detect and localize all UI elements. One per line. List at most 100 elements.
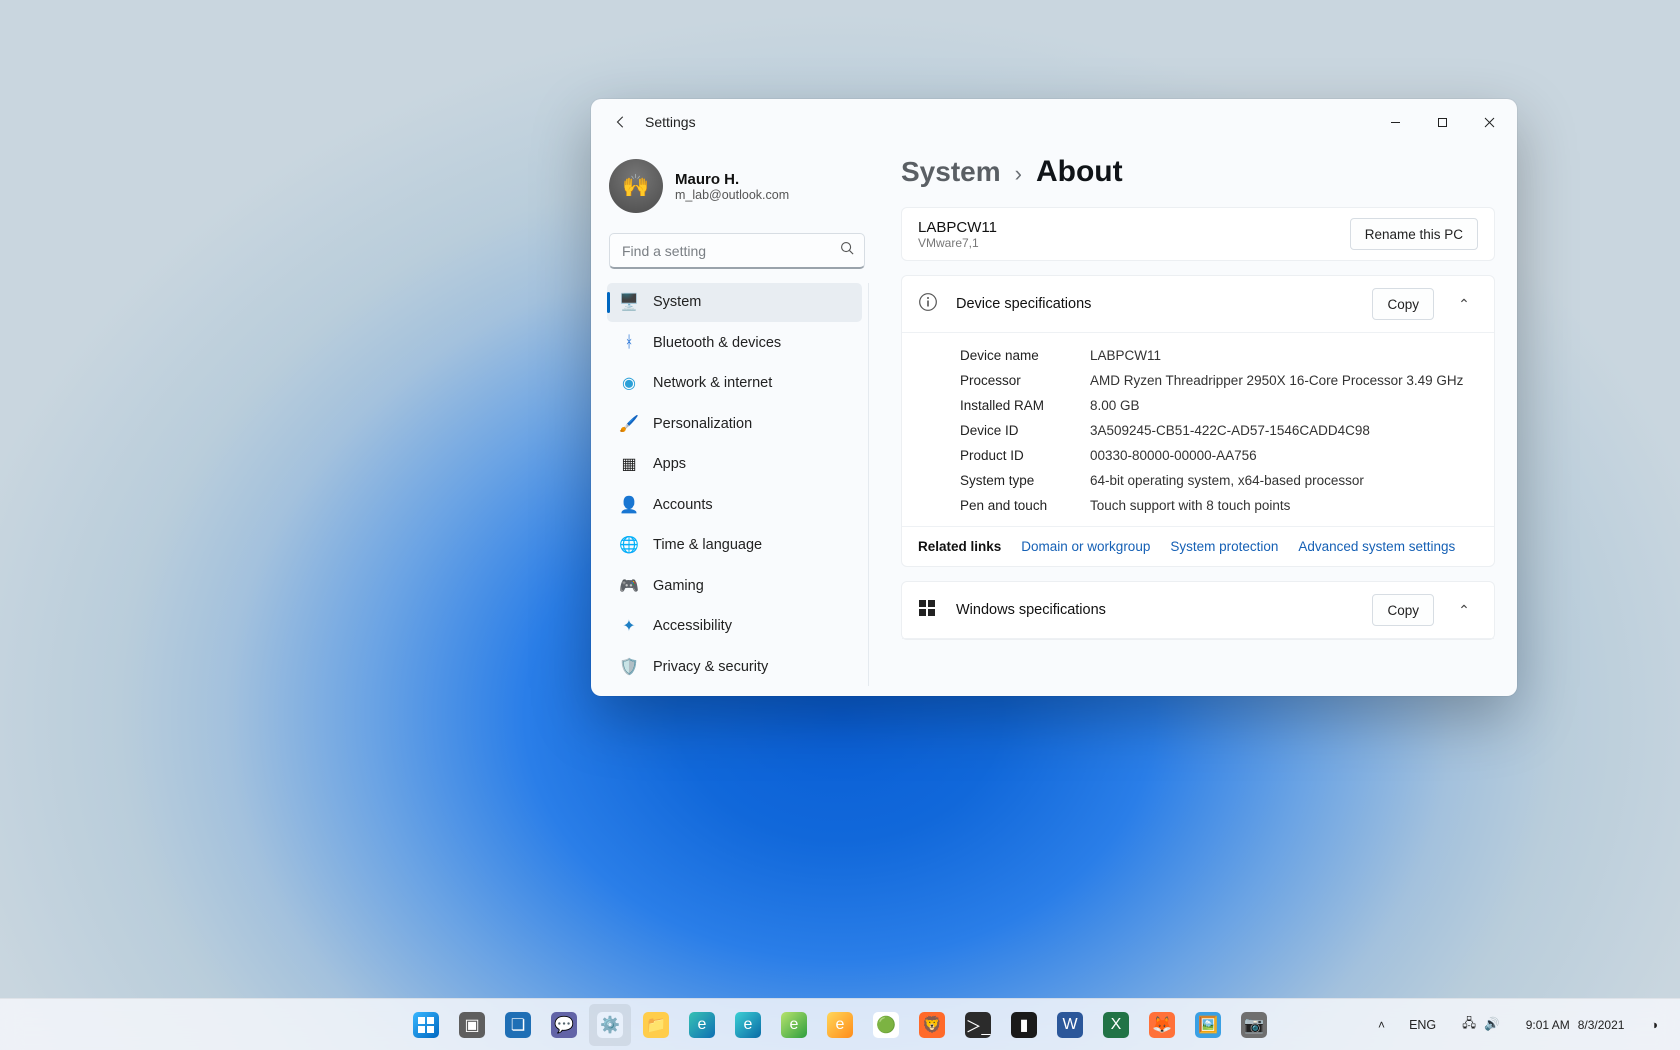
device-specs-body: Device nameLABPCW11 ProcessorAMD Ryzen T… [902,333,1494,526]
search-icon [840,241,855,261]
clock-time: 9:01 AM [1526,1018,1570,1032]
sidebar-item-accessibility[interactable]: ✦ Accessibility [607,607,862,646]
sidebar-item-label: Accounts [653,497,713,513]
tray-status[interactable]: 🖧 🔊 [1454,1010,1508,1039]
breadcrumb-root[interactable]: System [901,156,1001,188]
camera-icon[interactable]: 📷 [1233,1004,1275,1046]
start-button[interactable] [405,1004,447,1046]
notifications-button[interactable]: ◑ [1642,1014,1666,1036]
main-content: System › About LABPCW11 VMware7,1 Rename… [879,145,1517,696]
brush-icon: 🖌️ [619,414,639,434]
sidebar-item-network[interactable]: ◉ Network & internet [607,364,862,403]
accessibility-icon: ✦ [619,616,639,636]
spec-value: 8.00 GB [1090,398,1478,413]
pc-name-card: LABPCW11 VMware7,1 Rename this PC [901,207,1495,261]
sidebar-item-system[interactable]: 🖥️System [607,283,862,322]
person-icon: 👤 [619,495,639,515]
bluetooth-icon: ᚼ [619,333,639,353]
link-system-protection[interactable]: System protection [1170,539,1278,554]
settings-icon[interactable]: ⚙️ [589,1004,631,1046]
chevron-up-icon: ⌃ [1450,296,1478,313]
spec-value: 64-bit operating system, x64-based proce… [1090,473,1478,488]
windows-specs-card: Windows specifications Copy ⌃ [901,581,1495,640]
sidebar-item-bluetooth[interactable]: ᚼBluetooth & devices [607,324,862,363]
avatar: 🙌 [609,159,663,213]
sidebar-item-label: Personalization [653,416,752,432]
search-input[interactable] [609,233,865,269]
sidebar-item-label: Gaming [653,578,704,594]
minimize-button[interactable] [1372,103,1419,141]
tray-overflow-button[interactable]: ˄ [1372,1014,1391,1036]
spec-value: 3A509245-CB51-422C-AD57-1546CADD4C98 [1090,423,1478,438]
word-icon[interactable]: W [1049,1004,1091,1046]
rename-pc-button[interactable]: Rename this PC [1350,218,1478,250]
clock[interactable]: 9:01 AM 8/3/2021 [1518,1014,1633,1036]
copy-windows-specs-button[interactable]: Copy [1372,594,1434,626]
related-links-label: Related links [918,539,1001,554]
sidebar-item-apps[interactable]: ▦Apps [607,445,862,484]
page-title: About [1036,155,1123,189]
spec-key: Processor [960,373,1070,388]
taskbar-center: ▣ ❏ 💬 ⚙️ 📁 e e e e 🟢 🦁 ＞_ ▮ W X 🦊 🖼️ 📷 [405,1004,1275,1046]
sidebar-item-accounts[interactable]: 👤 Accounts [607,486,862,525]
chevron-right-icon: › [1015,161,1022,187]
explorer-icon[interactable]: 📁 [635,1004,677,1046]
device-specs-header[interactable]: Device specifications Copy ⌃ [902,276,1494,333]
firefox-icon[interactable]: 🦊 [1141,1004,1183,1046]
breadcrumb: System › About [901,155,1495,189]
wifi-icon: ◉ [619,373,639,393]
user-email: m_lab@outlook.com [675,188,789,202]
edge-icon[interactable]: e [681,1004,723,1046]
brave-icon[interactable]: 🦁 [911,1004,953,1046]
user-name: Mauro H. [675,171,789,188]
windows-specs-header[interactable]: Windows specifications Copy ⌃ [902,582,1494,639]
chevron-up-icon: ⌃ [1450,602,1478,619]
section-title: Device specifications [956,296,1356,312]
edge-beta-icon[interactable]: e [727,1004,769,1046]
window-title: Settings [645,114,696,130]
maximize-button[interactable] [1419,103,1466,141]
terminal-icon[interactable]: ＞_ [957,1004,999,1046]
link-advanced-settings[interactable]: Advanced system settings [1298,539,1455,554]
edge-dev-icon[interactable]: e [773,1004,815,1046]
sidebar-item-privacy[interactable]: 🛡️ Privacy & security [607,648,862,687]
widgets-button[interactable]: ❏ [497,1004,539,1046]
sidebar-item-label: Accessibility [653,618,732,634]
profile[interactable]: 🙌 Mauro H. m_lab@outlook.com [607,153,869,223]
spec-value: Touch support with 8 touch points [1090,498,1478,513]
system-tray: ˄ ENG 🖧 🔊 9:01 AM 8/3/2021 ◑ [1372,1010,1680,1039]
sidebar-item-time[interactable]: 🌐Time & language [607,526,862,565]
photos-icon[interactable]: 🖼️ [1187,1004,1229,1046]
excel-icon[interactable]: X [1095,1004,1137,1046]
spec-key: Installed RAM [960,398,1070,413]
sidebar-item-label: System [653,294,701,310]
teams-icon[interactable]: 💬 [543,1004,585,1046]
shield-icon: 🛡️ [619,657,639,677]
chrome-icon[interactable]: 🟢 [865,1004,907,1046]
sidebar-item-label: Network & internet [653,375,772,391]
close-button[interactable] [1466,103,1513,141]
language-indicator[interactable]: ENG [1401,1014,1444,1036]
edge-canary-icon[interactable]: e [819,1004,861,1046]
task-view-button[interactable]: ▣ [451,1004,493,1046]
sidebar-item-label: Privacy & security [653,659,768,675]
section-title: Windows specifications [956,602,1356,618]
spec-key: Device name [960,348,1070,363]
cmd-icon[interactable]: ▮ [1003,1004,1045,1046]
pc-model: VMware7,1 [918,236,997,250]
windows-icon [918,599,940,622]
taskbar: ▣ ❏ 💬 ⚙️ 📁 e e e e 🟢 🦁 ＞_ ▮ W X 🦊 🖼️ 📷 ˄… [0,998,1680,1050]
nav-list: 🖥️System ᚼBluetooth & devices ◉ Network &… [607,283,869,686]
volume-icon: 🔊 [1484,1017,1500,1032]
back-button[interactable] [605,106,637,138]
spec-value: 00330-80000-00000-AA756 [1090,448,1478,463]
spec-value: AMD Ryzen Threadripper 2950X 16-Core Pro… [1090,373,1478,388]
spec-key: System type [960,473,1070,488]
copy-device-specs-button[interactable]: Copy [1372,288,1434,320]
sidebar-item-personalization[interactable]: 🖌️ Personalization [607,405,862,444]
related-links: Related links Domain or workgroup System… [902,526,1494,566]
sidebar-item-label: Apps [653,456,686,472]
link-domain-workgroup[interactable]: Domain or workgroup [1021,539,1150,554]
info-icon [918,292,940,317]
sidebar-item-gaming[interactable]: 🎮Gaming [607,567,862,606]
